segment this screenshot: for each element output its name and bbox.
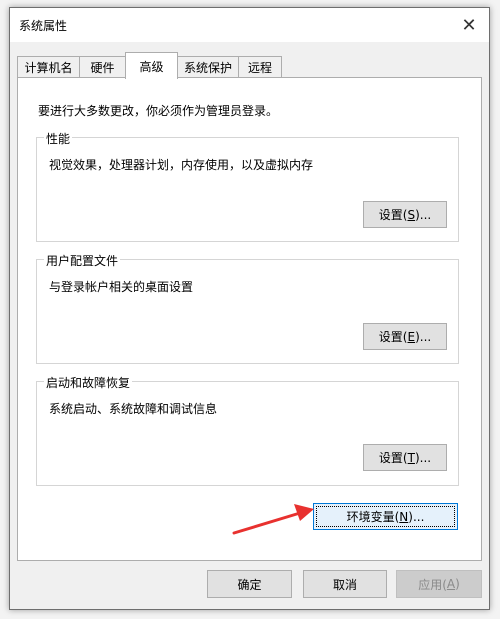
title-bar: 系统属性 ✕ [10, 8, 489, 42]
performance-description: 视觉效果，处理器计划，内存使用，以及虚拟内存 [49, 158, 314, 172]
tab-computer-name[interactable]: 计算机名 [17, 56, 80, 78]
system-properties-window: 系统属性 ✕ 计算机名 硬件 高级 系统保护 远程 要进行大多数更改，你必须作为… [9, 7, 490, 610]
performance-label: 性能 [44, 130, 73, 147]
window-title: 系统属性 [19, 19, 68, 33]
advanced-panel: 要进行大多数更改，你必须作为管理员登录。 性能 视觉效果，处理器计划，内存使用，… [17, 77, 482, 561]
user-profiles-description: 与登录帐户相关的桌面设置 [49, 280, 194, 294]
tab-system-protection[interactable]: 系统保护 [177, 56, 239, 78]
tab-hardware[interactable]: 硬件 [79, 56, 126, 78]
cancel-button[interactable]: 取消 [303, 570, 387, 598]
startup-recovery-group: 启动和故障恢复 系统启动、系统故障和调试信息 设置(T)... [36, 374, 459, 486]
user-profiles-group: 用户配置文件 与登录帐户相关的桌面设置 设置(E)... [36, 252, 459, 364]
admin-notice: 要进行大多数更改，你必须作为管理员登录。 [38, 104, 279, 118]
tab-remote[interactable]: 远程 [238, 56, 282, 78]
startup-recovery-description: 系统启动、系统故障和调试信息 [49, 402, 218, 416]
startup-recovery-label: 启动和故障恢复 [44, 374, 133, 391]
performance-group: 性能 视觉效果，处理器计划，内存使用，以及虚拟内存 设置(S)... [36, 130, 459, 242]
apply-button: 应用(A) [396, 570, 482, 598]
close-button[interactable]: ✕ [449, 8, 489, 42]
environment-variables-button[interactable]: 环境变量(N)... [313, 503, 458, 530]
tab-advanced[interactable]: 高级 [125, 52, 178, 79]
startup-recovery-settings-button[interactable]: 设置(T)... [363, 444, 447, 471]
user-profiles-label: 用户配置文件 [44, 252, 121, 269]
ok-button[interactable]: 确定 [207, 570, 292, 598]
close-icon: ✕ [461, 14, 477, 36]
user-profiles-settings-button[interactable]: 设置(E)... [363, 323, 447, 350]
performance-settings-button[interactable]: 设置(S)... [363, 201, 447, 228]
